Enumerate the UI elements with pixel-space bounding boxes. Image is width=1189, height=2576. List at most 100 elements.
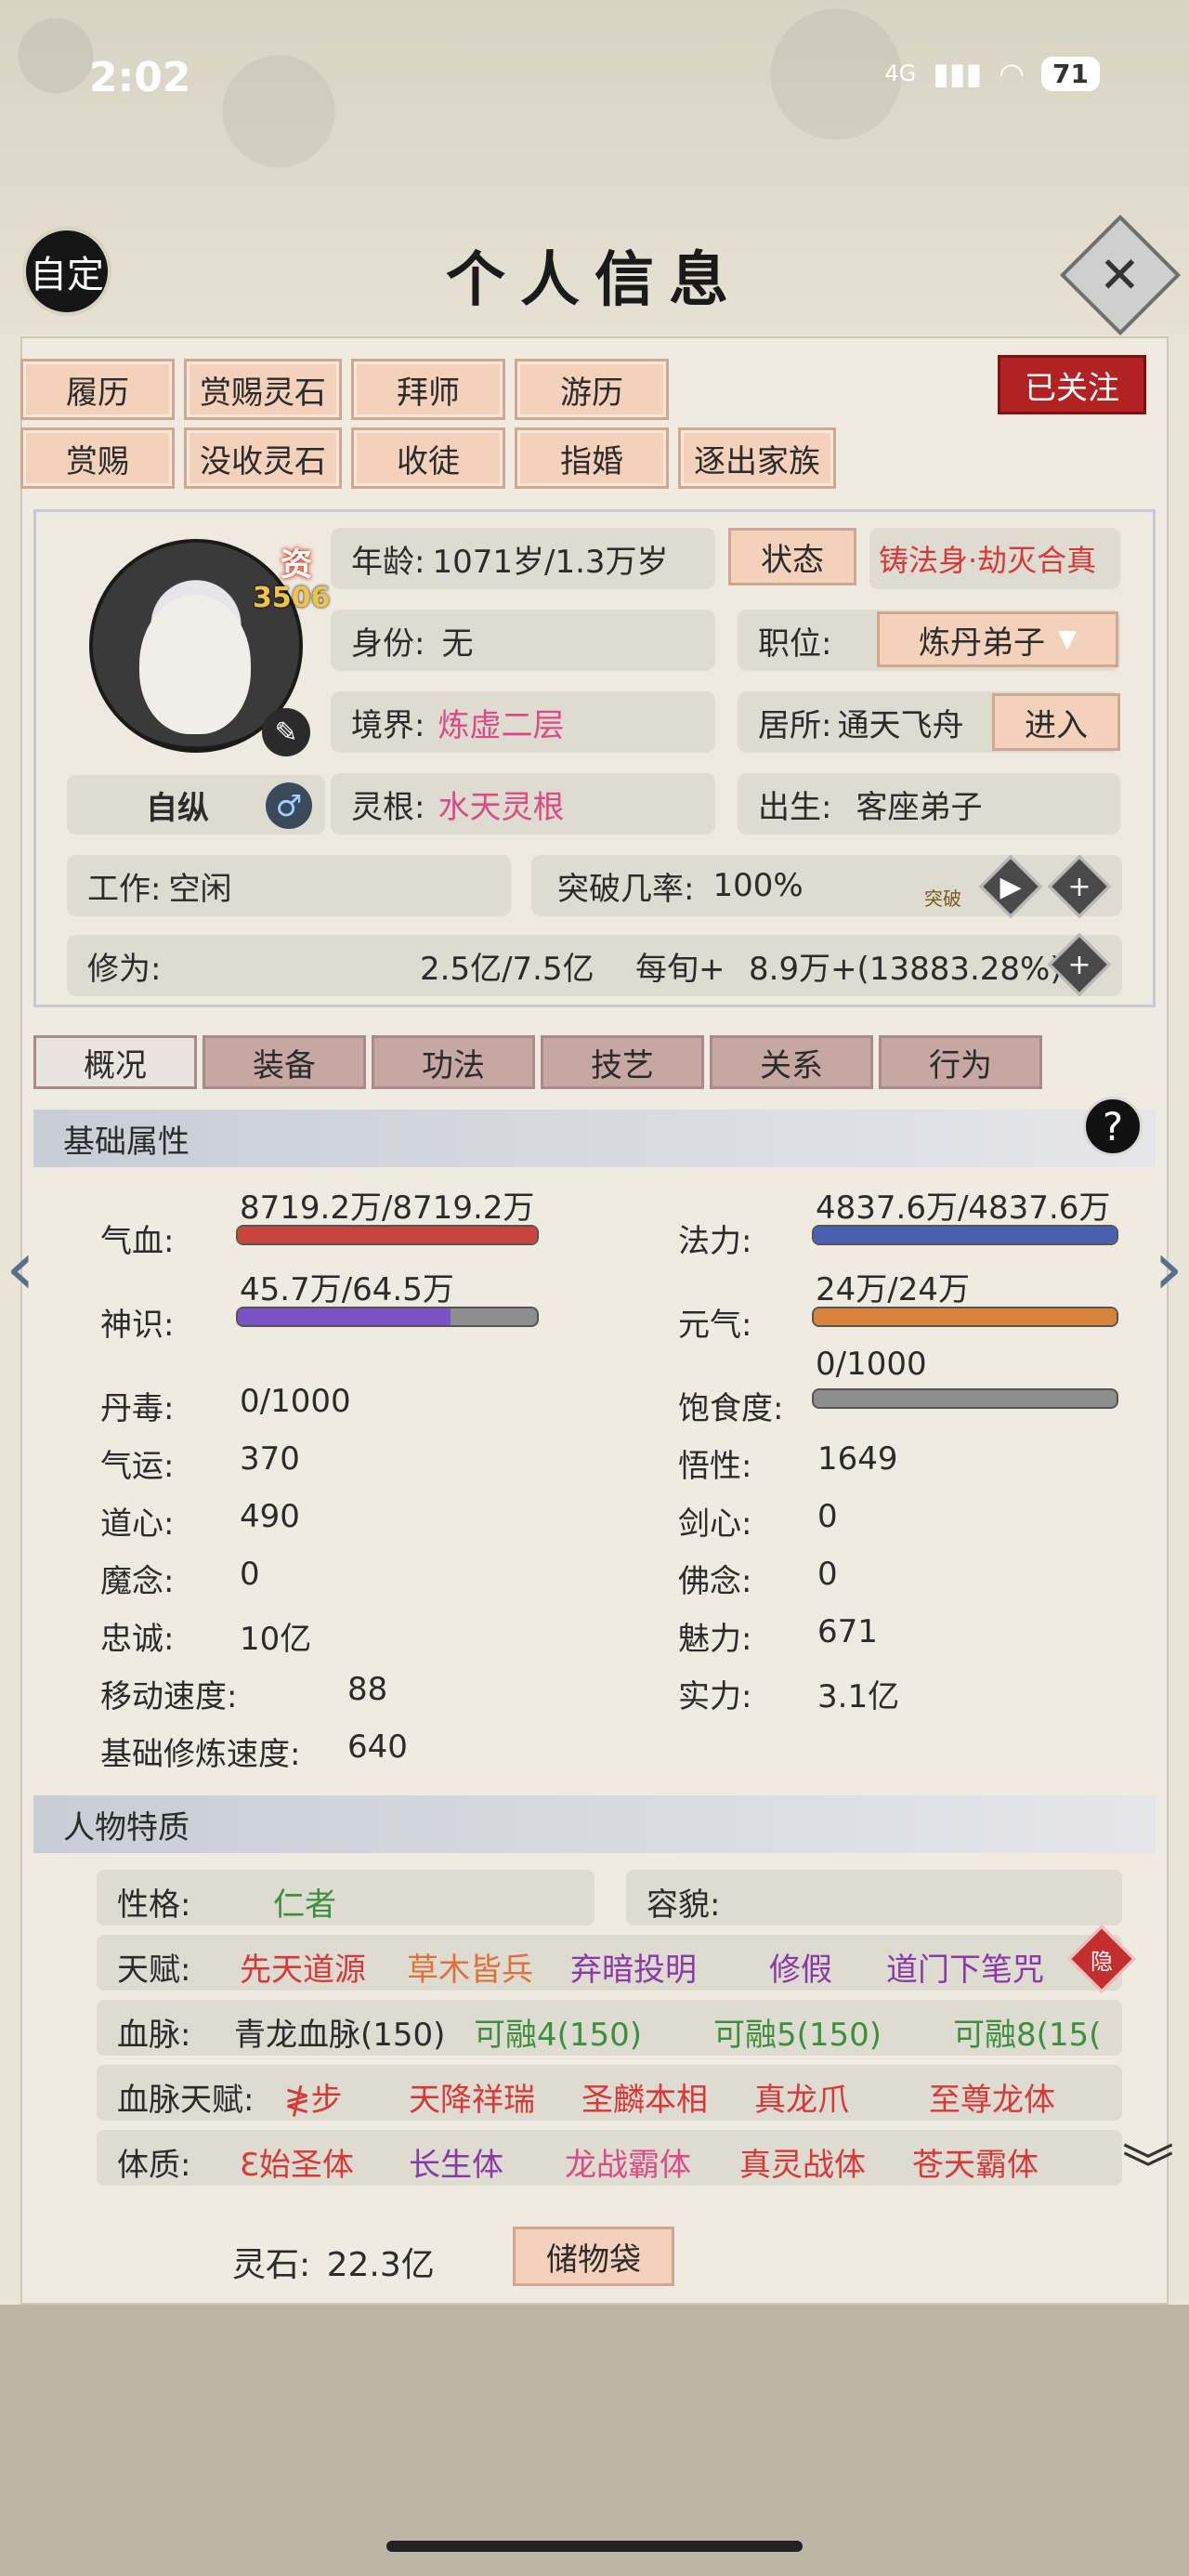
battery-icon: 71 <box>1041 56 1100 91</box>
qixue-label: 气血: <box>100 1223 175 1260</box>
talent-item[interactable]: 草木皆兵 <box>407 1944 533 1990</box>
bloodline-item[interactable]: 可融4(150) <box>474 2009 642 2055</box>
physique-item[interactable]: 真灵战体 <box>739 2139 866 2185</box>
apprentice-master-button[interactable]: 拜师 <box>351 359 505 420</box>
bloodline-talent-item[interactable]: 真龙爪 <box>754 2074 849 2120</box>
stat-value: 370 <box>240 1440 300 1478</box>
breakthrough-icon[interactable]: 突破 <box>914 853 972 911</box>
close-icon: ✕ <box>1099 245 1142 305</box>
home-indicator[interactable] <box>386 2541 803 2552</box>
bloodline-item[interactable]: 可融8(15( <box>953 2009 1111 2055</box>
brush-icon[interactable]: ✎ <box>262 708 310 756</box>
bloodline-item[interactable]: 青龙血脉(150) <box>234 2009 445 2055</box>
stat-value: 640 <box>347 1728 408 1766</box>
fali-label: 法力: <box>678 1223 752 1260</box>
satiety-bar <box>812 1388 1118 1409</box>
stat-value: 0 <box>817 1498 838 1535</box>
bloodline-talent-item[interactable]: 圣麟本相 <box>581 2074 708 2120</box>
take-disciple-button[interactable]: 收徒 <box>351 427 505 489</box>
bloodline-talent-item[interactable]: ≹步 <box>284 2074 343 2120</box>
expel-button[interactable]: 逐出家族 <box>678 427 836 489</box>
physique-item[interactable]: 龙战霸体 <box>565 2139 691 2185</box>
tab-equipment[interactable]: 装备 <box>203 1035 366 1089</box>
spirit-root-field: 灵根: 水天灵根 <box>331 773 715 835</box>
avatar-face <box>139 595 251 734</box>
bloodline-talent-row: 血脉天赋: ≹步 天降祥瑞 圣麟本相 真龙爪 至尊龙体 <box>97 2065 1122 2121</box>
tab-arts[interactable]: 技艺 <box>541 1035 704 1089</box>
realm-field: 境界: 炼虚二层 <box>331 691 715 753</box>
stat-label: 移动速度: <box>100 1678 238 1715</box>
shenshi-value: 45.7万/64.5万 <box>240 1271 454 1308</box>
stat-label: 基础修炼速度: <box>100 1736 301 1773</box>
status-bar: 2:02 4G ▮▮▮ ◠ 71 <box>0 37 1189 121</box>
stat-label: 气运: <box>100 1448 175 1485</box>
follow-button[interactable]: 已关注 <box>998 355 1146 414</box>
physique-item[interactable]: ℇ始圣体 <box>240 2139 354 2185</box>
aptitude-badge: 资 <box>281 546 312 584</box>
reward-button[interactable]: 赏赐 <box>20 427 175 489</box>
help-icon[interactable]: ? <box>1083 1097 1143 1156</box>
bloodline-item[interactable]: 可融5(150) <box>713 2009 882 2055</box>
stat-label: 道心: <box>100 1505 175 1543</box>
stat-value: 88 <box>347 1671 388 1708</box>
storage-bag-button[interactable]: 储物袋 <box>513 2227 674 2286</box>
qixue-bar <box>236 1225 539 1245</box>
birth-field: 出生: 客座弟子 <box>738 773 1120 835</box>
position-select[interactable]: 炼丹弟子 ▼ <box>877 611 1118 667</box>
cultivation-field: 修为: 2.5亿/7.5亿 每旬+ 8.9万+(13883.28%) <box>67 935 1122 996</box>
signal-icon: ▮▮▮ <box>933 56 983 91</box>
stat-value: 0 <box>817 1556 838 1593</box>
satiety-label: 饱食度: <box>678 1390 784 1427</box>
enter-button[interactable]: 进入 <box>992 693 1120 751</box>
aptitude-value: 3506 <box>253 582 331 614</box>
status-button[interactable]: 状态 <box>728 528 856 585</box>
talent-item[interactable]: 先天道源 <box>240 1944 366 1990</box>
prev-arrow-icon[interactable]: ‹ <box>6 1225 35 1311</box>
tab-skills[interactable]: 功法 <box>372 1035 535 1089</box>
yuanqi-bar <box>812 1307 1118 1327</box>
stat-value: 10亿 <box>240 1621 312 1658</box>
bottom-area <box>0 2305 1189 2576</box>
physique-item[interactable]: 苍天霸体 <box>912 2139 1039 2185</box>
talent-item[interactable]: 修假 <box>769 1944 832 1990</box>
physique-item[interactable]: 长生体 <box>409 2139 503 2185</box>
shenshi-label: 神识: <box>100 1307 175 1344</box>
satiety-value: 0/1000 <box>816 1346 927 1383</box>
stat-label: 悟性: <box>678 1448 752 1485</box>
chevron-down-icon: ▼ <box>1058 625 1077 653</box>
bloodline-talent-item[interactable]: 天降祥瑞 <box>409 2074 535 2120</box>
history-button[interactable]: 履历 <box>20 359 175 420</box>
tab-overview[interactable]: 概况 <box>33 1035 197 1089</box>
talent-item[interactable]: 弃暗投明 <box>570 1944 697 1990</box>
stat-label: 忠诚: <box>100 1621 175 1658</box>
tab-behavior[interactable]: 行为 <box>879 1035 1042 1089</box>
bloodline-talent-item[interactable]: 至尊龙体 <box>929 2074 1055 2120</box>
tab-relations[interactable]: 关系 <box>710 1035 873 1089</box>
clock: 2:02 <box>89 54 191 101</box>
yuanqi-label: 元气: <box>678 1307 752 1344</box>
stat-value: 1649 <box>817 1440 898 1478</box>
bloodline-row: 血脉: 青龙血脉(150) 可融4(150) 可融5(150) 可融8(15( <box>97 2000 1122 2056</box>
travel-button[interactable]: 游历 <box>515 359 669 420</box>
stat-value: 0/1000 <box>240 1383 351 1420</box>
stat-value: 490 <box>240 1498 300 1535</box>
arrange-marriage-button[interactable]: 指婚 <box>515 427 669 489</box>
fali-bar <box>812 1225 1118 1245</box>
physique-row: 体质: ℇ始圣体 长生体 龙战霸体 真灵战体 苍天霸体 <box>97 2130 1122 2186</box>
stat-label: 魅力: <box>678 1621 752 1658</box>
talent-row: 天赋: 先天道源 草木皆兵 弃暗投明 修假 道门下笔咒 <box>97 1935 1122 1991</box>
yuanqi-value: 24万/24万 <box>816 1271 970 1308</box>
status-icons: 4G ▮▮▮ ◠ 71 <box>884 56 1100 91</box>
stat-value: 3.1亿 <box>817 1678 900 1715</box>
spirit-stones: 灵石: 22.3亿 <box>232 2246 435 2284</box>
traits-header: 人物特质 <box>33 1795 1156 1853</box>
next-arrow-icon[interactable]: › <box>1154 1225 1183 1311</box>
reward-stones-button[interactable]: 赏赐灵石 <box>184 359 342 420</box>
stat-label: 剑心: <box>678 1505 752 1543</box>
page-title: 个人信息 <box>446 245 743 315</box>
expand-down-icon[interactable]: ︾ <box>1122 2128 1174 2203</box>
stat-label: 佛念: <box>678 1563 752 1600</box>
basic-attributes-header: 基础属性 <box>33 1110 1156 1167</box>
talent-item[interactable]: 道门下笔咒 <box>886 1944 1044 1990</box>
confiscate-stones-button[interactable]: 没收灵石 <box>184 427 342 489</box>
